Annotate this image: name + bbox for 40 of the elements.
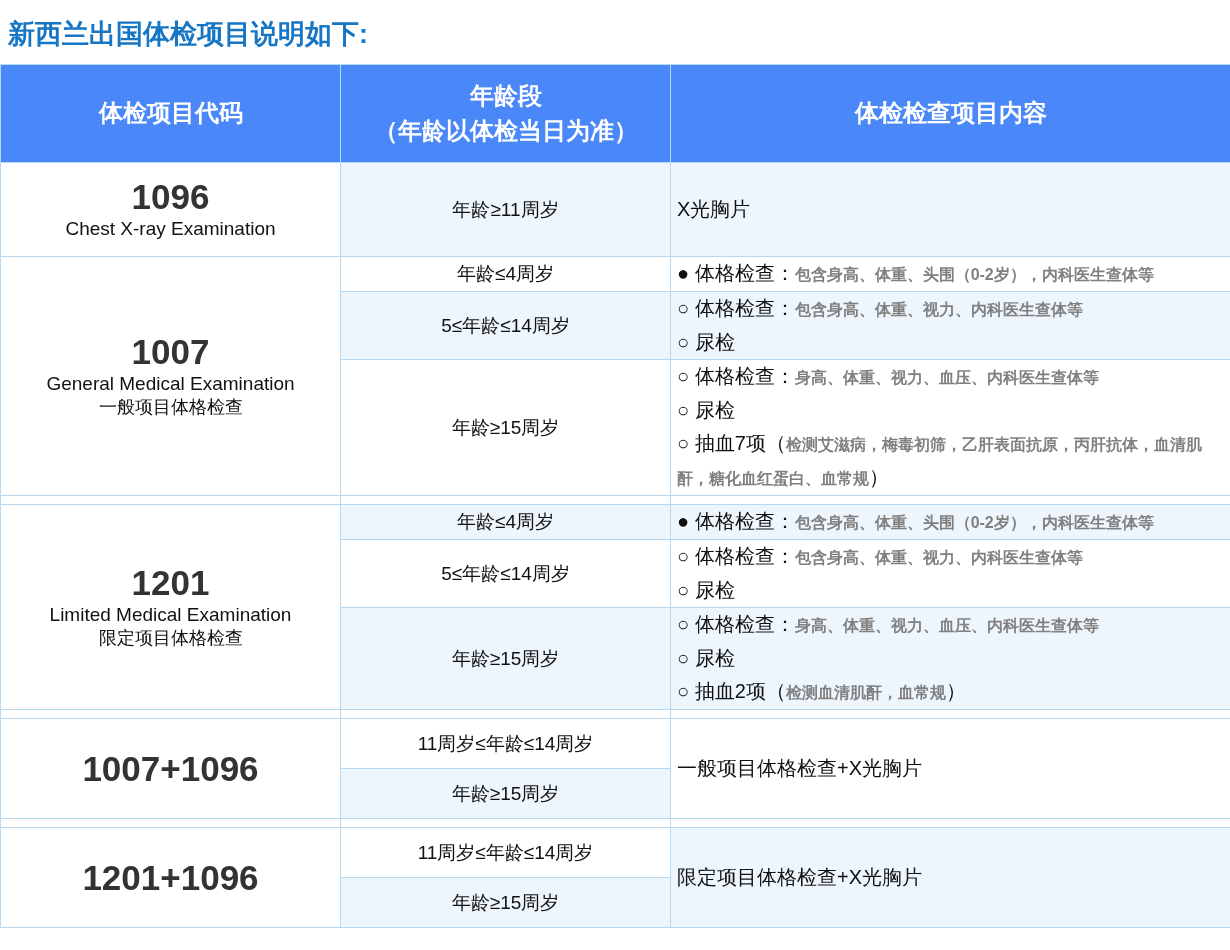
code-number: 1201+1096 (81, 858, 260, 898)
list-item: ○ 体格检查：包含身高、体重、视力、内科医生查体等 (677, 296, 1084, 322)
table-cell: 年龄≤4周岁 (340, 504, 671, 540)
list-item: ● 体格检查：包含身高、体重、头围（0-2岁），内科医生查体等 (677, 261, 1155, 287)
table-cell: 年龄≥15周岁 (340, 359, 671, 496)
exam-name: 限定项目体格检查 (97, 627, 244, 651)
table-cell: 11周岁≤年龄≤14周岁 (340, 827, 671, 878)
list-item: ○ 尿检 (677, 330, 736, 356)
code-number: 1096 (130, 178, 211, 217)
list-item: ○ 尿检 (677, 398, 736, 424)
list-item: ● 体格检查：包含身高、体重、头围（0-2岁），内科医生查体等 (677, 509, 1155, 535)
code-number: 1201 (130, 564, 211, 603)
list-item: ○ 抽血2项（检测血清肌酐，血常规） (677, 679, 967, 705)
list-item: ○ 体格检查：身高、体重、视力、血压、内科医生查体等 (677, 612, 1100, 638)
table-cell: X光胸片 (670, 162, 1230, 257)
table-cell: 5≤年龄≤14周岁 (340, 291, 671, 360)
code-number: 1007 (130, 333, 211, 372)
table-cell: 一般项目体格检查+X光胸片 (670, 718, 1230, 819)
exam-name: General Medical Examination (45, 371, 296, 396)
table-cell: 年龄≥15周岁 (340, 607, 671, 710)
table-cell: 年龄≥11周岁 (340, 162, 671, 257)
column-header: 年龄段 （年龄以体检当日为准） (340, 64, 671, 163)
table-cell: 年龄≥15周岁 (340, 877, 671, 928)
column-header: 体检项目代码 (0, 64, 341, 163)
table-cell: 5≤年龄≤14周岁 (340, 539, 671, 608)
column-header: 体检检查项目内容 (670, 64, 1230, 163)
list-item: ○ 抽血7项（检测艾滋病，梅毒初筛，乙肝表面抗原，丙肝抗体，血清肌酐，糖化血红蛋白、血常规） (677, 431, 1203, 491)
exam-name: Chest X-ray Examination (64, 216, 277, 241)
table-cell: 11周岁≤年龄≤14周岁 (340, 718, 671, 769)
table-cell: 年龄≥15周岁 (340, 768, 671, 819)
exam-name: 一般项目体格检查 (97, 396, 244, 420)
exam-name: Limited Medical Examination (48, 602, 293, 627)
page-title: 新西兰出国体检项目说明如下: (7, 18, 369, 51)
table-cell: 限定项目体格检查+X光胸片 (670, 827, 1230, 928)
list-item: ○ 尿检 (677, 646, 736, 672)
code-number: 1007+1096 (81, 749, 260, 789)
list-item: ○ 体格检查：身高、体重、视力、血压、内科医生查体等 (677, 364, 1100, 390)
list-item: ○ 尿检 (677, 578, 736, 604)
table-cell: 年龄≤4周岁 (340, 256, 671, 292)
list-item: ○ 体格检查：包含身高、体重、视力、内科医生查体等 (677, 544, 1084, 570)
